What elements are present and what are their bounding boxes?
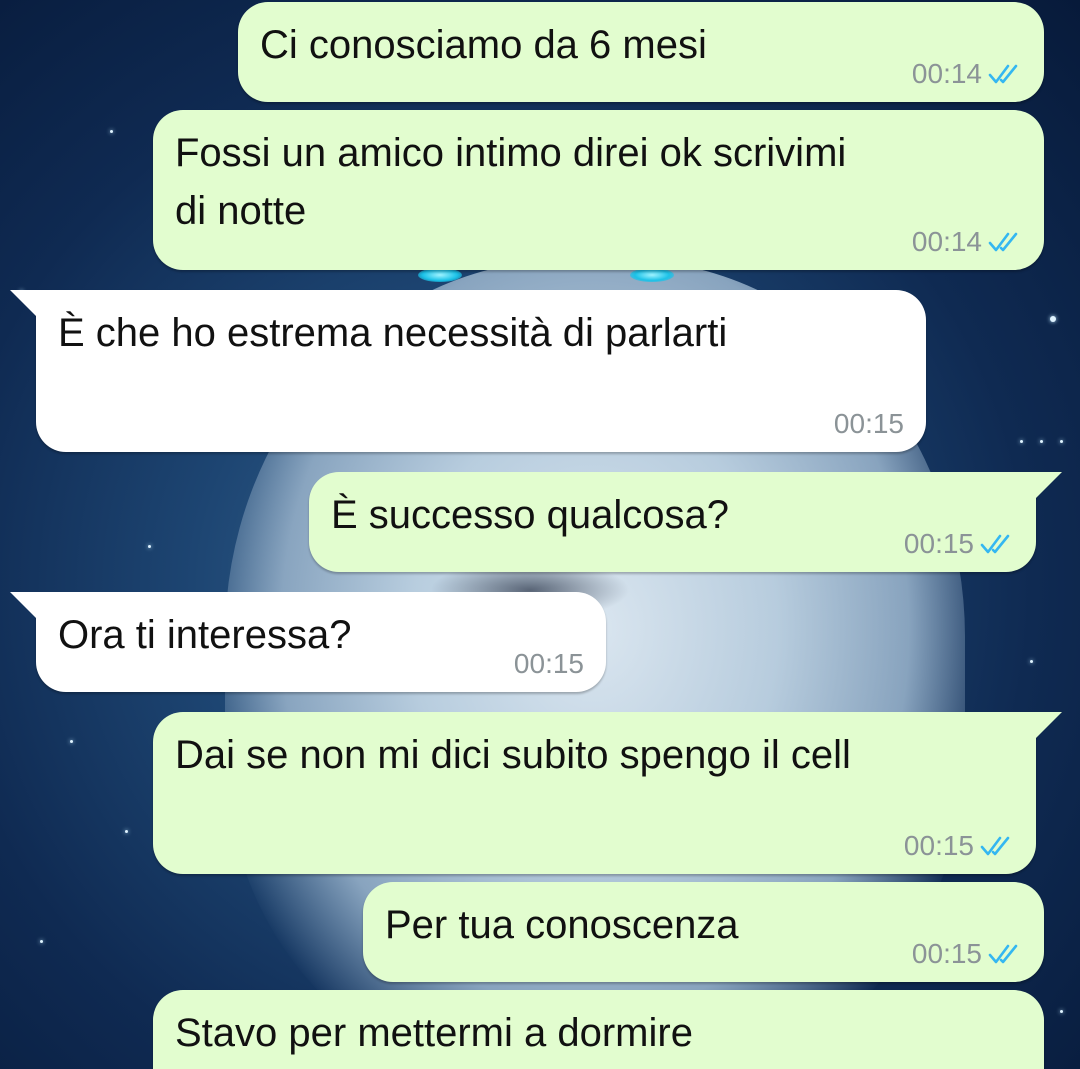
- message-time: 00:15: [513, 648, 584, 679]
- message-meta: 00:15: [514, 648, 584, 680]
- message-text: Dai se non mi dici subito spengo il cell: [175, 733, 851, 777]
- message-bubble[interactable]: È successo qualcosa? 00:15: [309, 472, 1062, 572]
- message-bubble[interactable]: Stavo per mettermi a dormire: [153, 990, 1044, 1069]
- read-double-check-icon: [988, 64, 1018, 84]
- message-meta: 00:15: [904, 528, 1014, 560]
- message-bubble[interactable]: Per tua conoscenza 00:15: [363, 882, 1044, 982]
- message-text: Ci conosciamo da 6 mesi: [260, 23, 707, 67]
- read-double-check-icon: [988, 944, 1018, 964]
- message-text: Per tua conoscenza: [385, 903, 739, 947]
- wolf-eye-right: [630, 268, 674, 282]
- wolf-eye-left: [418, 268, 462, 282]
- message-time: 00:15: [833, 408, 904, 439]
- message-bubble[interactable]: Fossi un amico intimo direi ok scrivimi …: [153, 110, 1044, 270]
- message-text: Fossi un amico intimo direi ok scrivimi …: [175, 131, 847, 233]
- message-bubble[interactable]: Dai se non mi dici subito spengo il cell…: [153, 712, 1062, 874]
- message-text: È che ho estrema necessità di parlarti: [58, 311, 728, 355]
- star: [110, 130, 113, 133]
- star: [1060, 1010, 1063, 1013]
- message-text: Ora ti interessa?: [58, 613, 352, 657]
- message-meta: 00:15: [834, 408, 904, 440]
- star: [1040, 440, 1043, 443]
- message-time: 00:15: [911, 938, 982, 969]
- star: [40, 940, 43, 943]
- message-time: 00:14: [911, 58, 982, 89]
- star: [1060, 440, 1063, 443]
- message-text: È successo qualcosa?: [331, 493, 730, 537]
- message-meta: 00:15: [904, 830, 1014, 862]
- read-double-check-icon: [980, 534, 1010, 554]
- message-time: 00:14: [911, 226, 982, 257]
- message-time: 00:15: [903, 528, 974, 559]
- read-double-check-icon: [988, 232, 1018, 252]
- message-meta: 00:14: [912, 226, 1022, 258]
- message-text: Stavo per mettermi a dormire: [175, 1011, 693, 1055]
- message-time: 00:15: [903, 830, 974, 861]
- message-bubble[interactable]: È che ho estrema necessità di parlarti 0…: [10, 290, 926, 452]
- star: [125, 830, 128, 833]
- message-bubble[interactable]: Ora ti interessa? 00:15: [10, 592, 606, 692]
- star: [1020, 440, 1023, 443]
- star: [1050, 316, 1056, 322]
- message-meta: 00:15: [912, 938, 1022, 970]
- read-double-check-icon: [980, 836, 1010, 856]
- star: [148, 545, 151, 548]
- star: [1030, 660, 1033, 663]
- message-bubble[interactable]: Ci conosciamo da 6 mesi 00:14: [238, 2, 1044, 102]
- star: [70, 740, 73, 743]
- message-meta: 00:14: [912, 58, 1022, 90]
